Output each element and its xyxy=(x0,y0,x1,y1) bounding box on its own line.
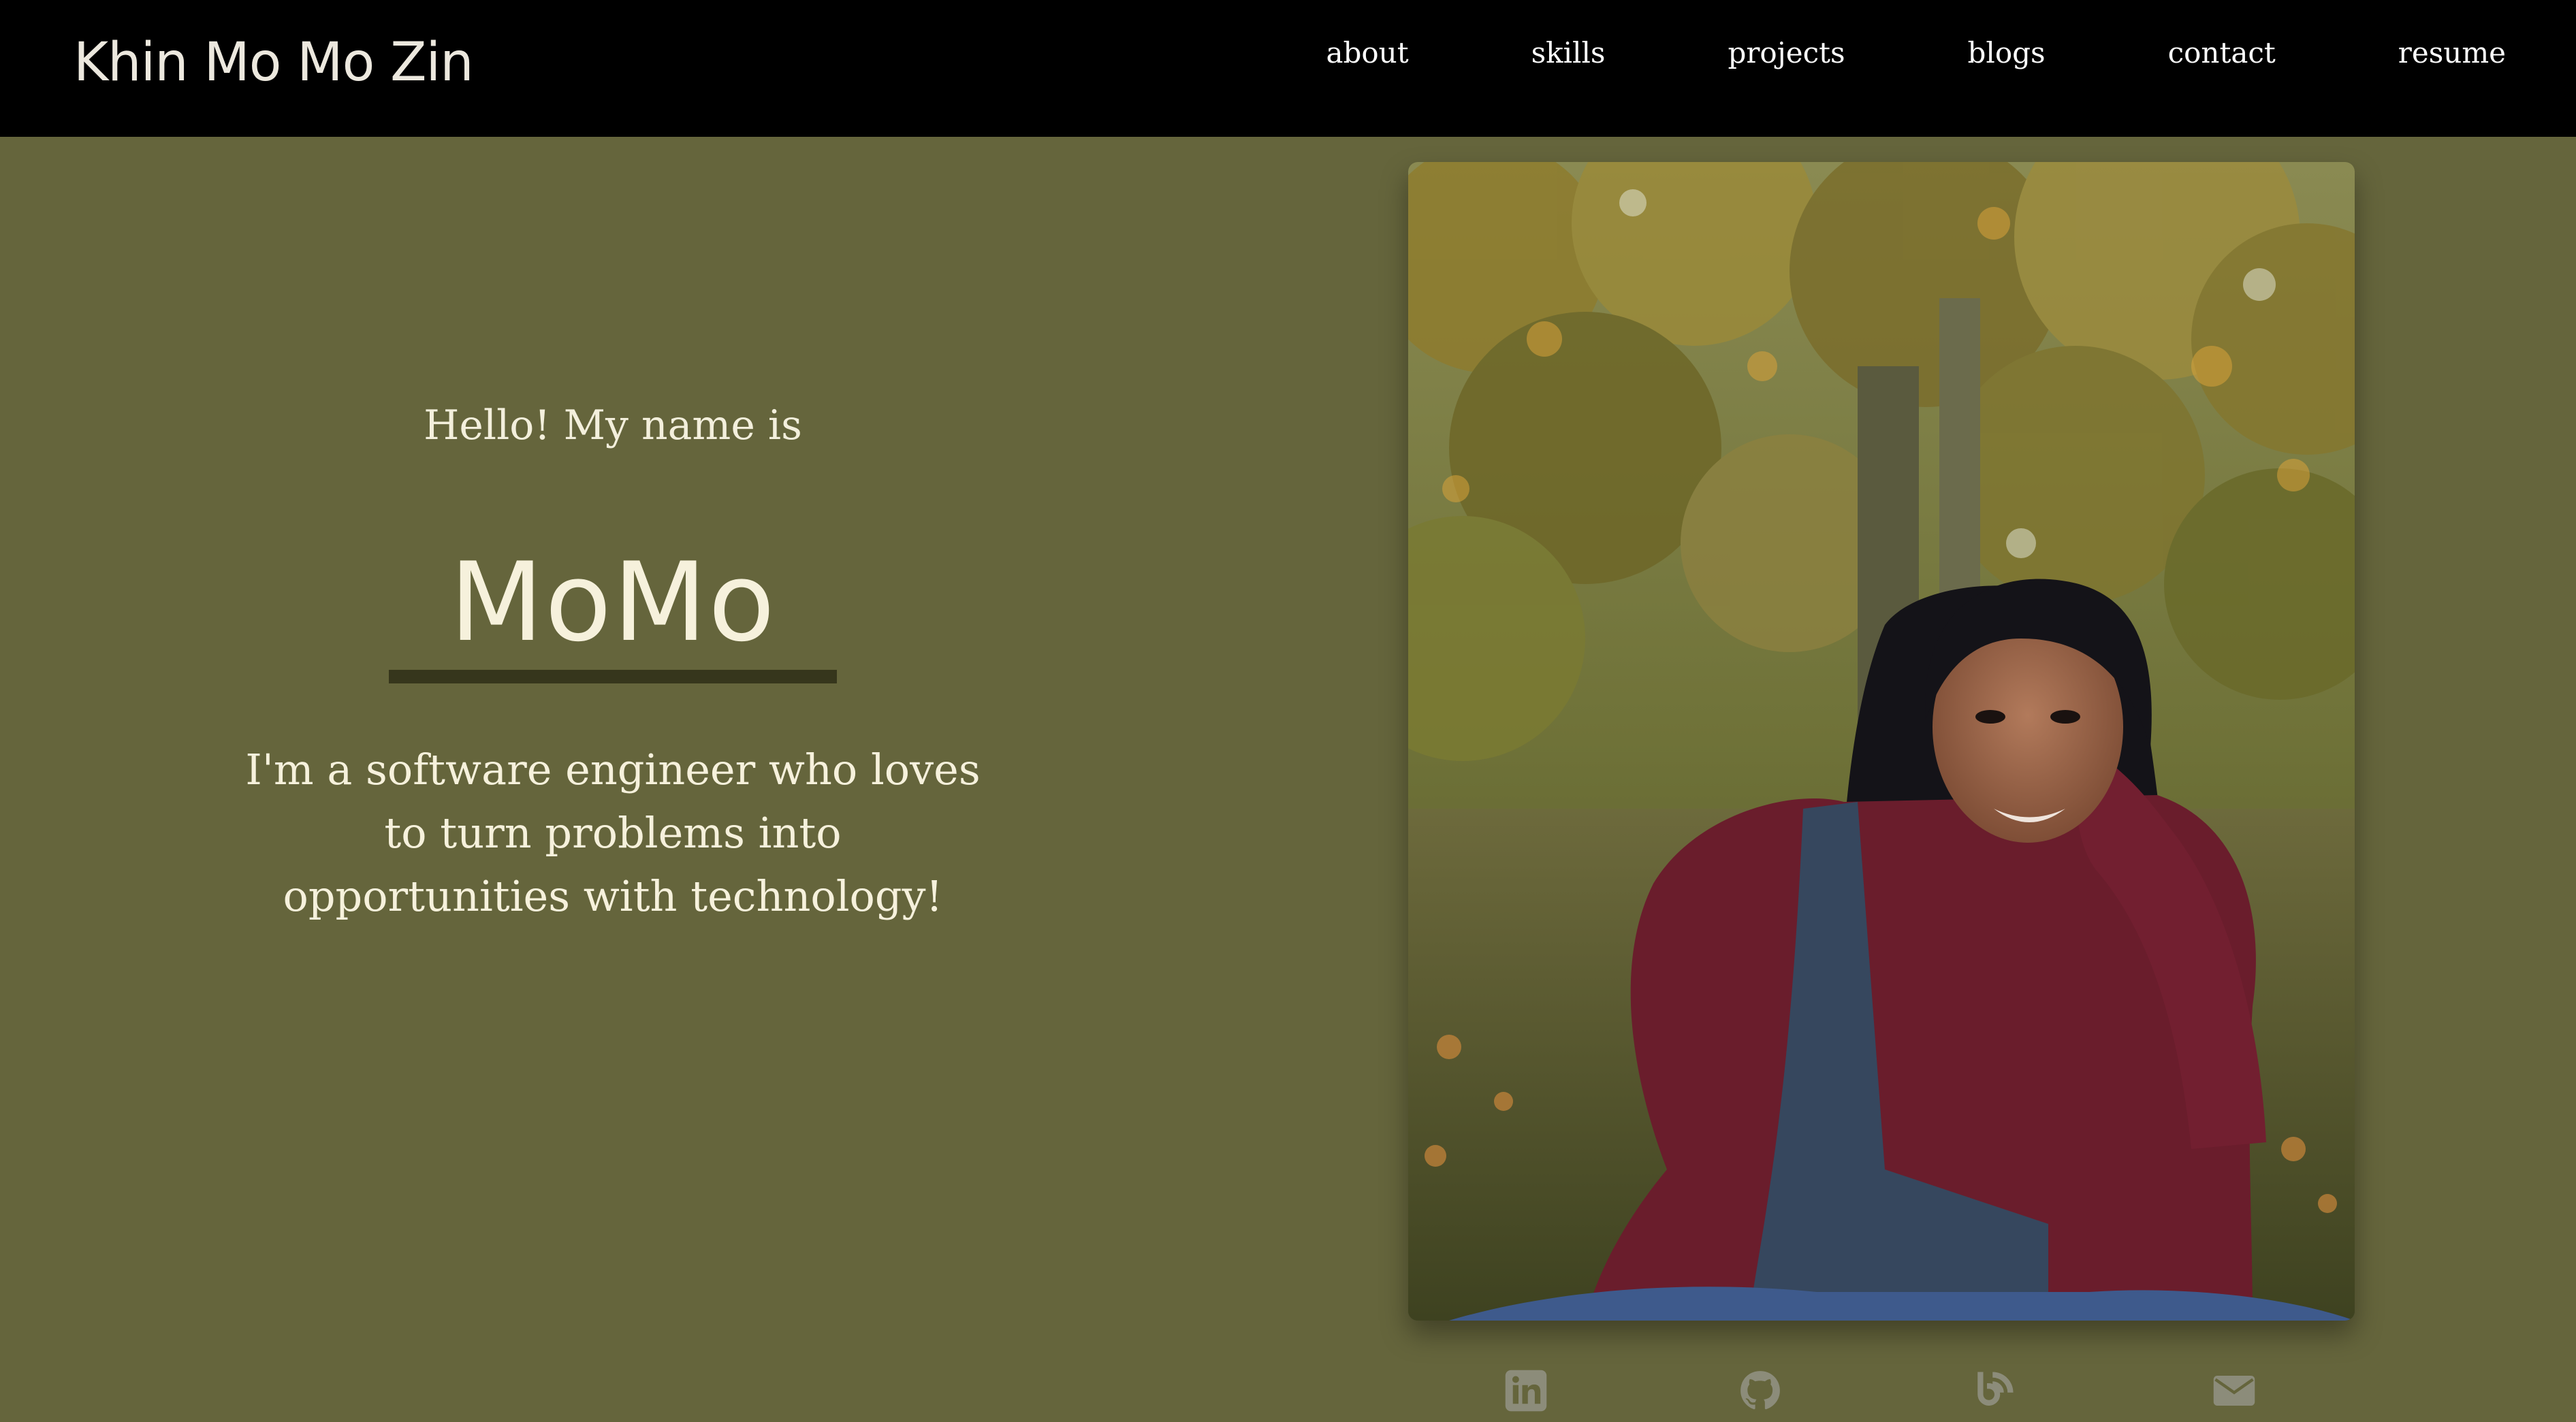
hero-intro: Hello! My name is MoMo I'm a software en… xyxy=(204,381,1021,928)
hero-greeting: Hello! My name is xyxy=(424,402,802,449)
nav-link-about[interactable]: about xyxy=(1326,33,1408,74)
email-icon[interactable] xyxy=(2212,1368,2257,1413)
hero-tagline: I'm a software engineer who loves to tur… xyxy=(245,745,981,921)
social-links xyxy=(1408,1361,2355,1422)
nav-link-resume[interactable]: resume xyxy=(2398,33,2506,74)
nav-link-skills[interactable]: skills xyxy=(1531,33,1606,74)
hero-name: MoMo xyxy=(449,538,776,666)
profile-photo xyxy=(1408,162,2355,1321)
nav-link-contact[interactable]: contact xyxy=(2168,33,2276,74)
github-icon[interactable] xyxy=(1738,1368,1783,1413)
linkedin-icon[interactable] xyxy=(1504,1368,1548,1413)
blog-icon[interactable] xyxy=(1972,1368,2017,1413)
nav-link-projects[interactable]: projects xyxy=(1728,33,1845,74)
name-underline xyxy=(389,670,837,683)
site-brand[interactable]: Khin Mo Mo Zin xyxy=(74,29,474,97)
nav-links: about skills projects blogs contact resu… xyxy=(1326,33,2506,74)
nav-link-blogs[interactable]: blogs xyxy=(1968,33,2046,74)
profile-photo-illustration xyxy=(1408,162,2355,1321)
navbar: Khin Mo Mo Zin about skills projects blo… xyxy=(0,0,2576,137)
